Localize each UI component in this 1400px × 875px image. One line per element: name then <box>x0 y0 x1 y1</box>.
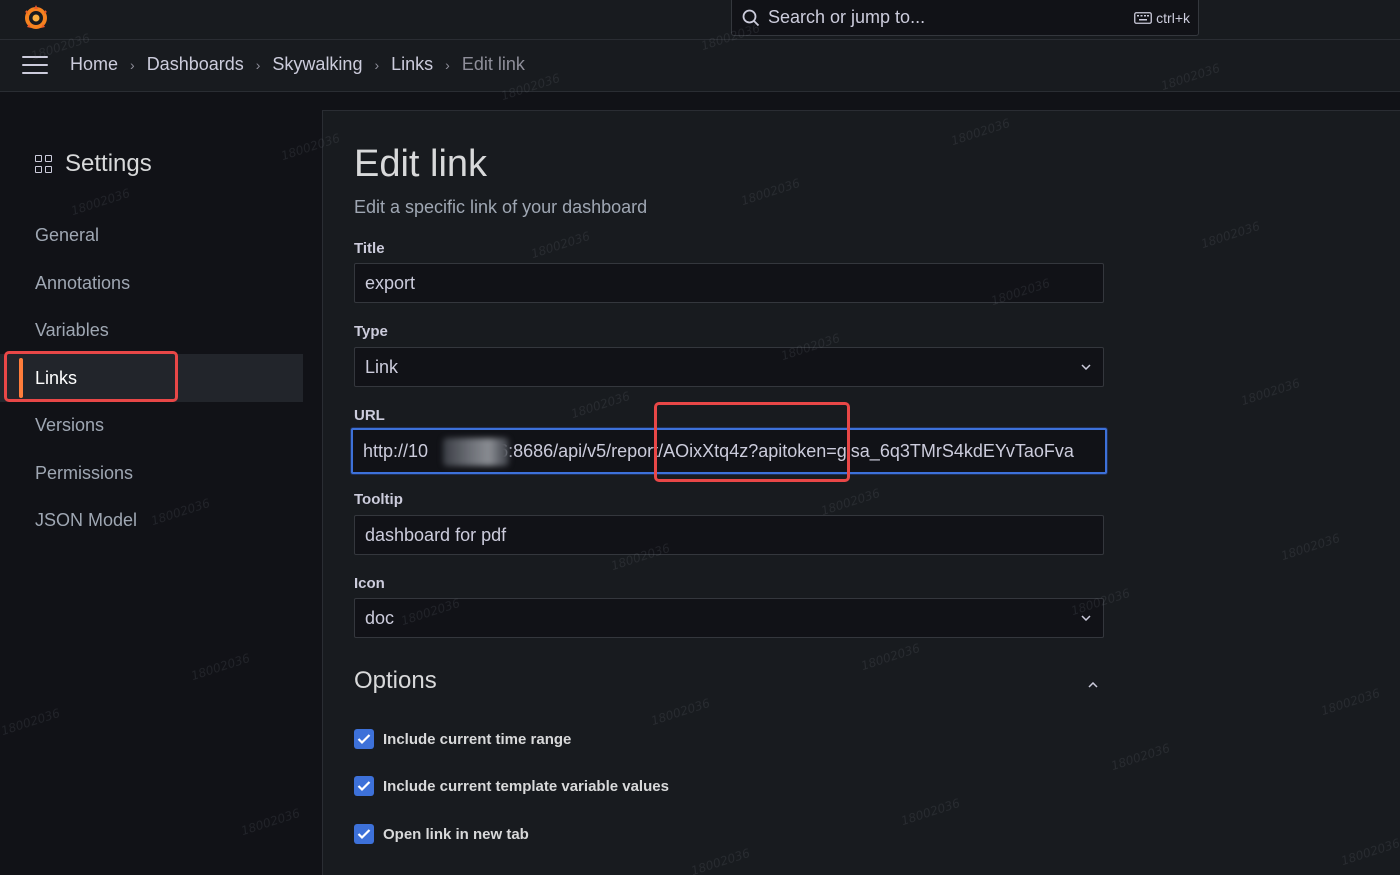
options-section-title: Options <box>354 667 437 694</box>
chevron-right-icon: › <box>130 56 135 73</box>
checkbox-label: Include current time range <box>383 730 572 748</box>
breadcrumb-current: Edit link <box>461 54 525 74</box>
checkmark-icon <box>354 824 374 844</box>
breadcrumb-home[interactable]: Home <box>70 54 118 75</box>
checkbox-label: Open link in new tab <box>383 825 529 843</box>
sidebar-item-label: Variables <box>35 319 109 340</box>
sidebar-item-general[interactable]: General <box>0 211 303 259</box>
keyboard-shortcut: ctrl+k <box>1134 10 1190 26</box>
url-input[interactable]: http://10 6:8686/api/v5/report/AOixXtq4z?… <box>351 428 1107 474</box>
sidebar-item-annotations[interactable]: Annotations <box>0 259 303 307</box>
shortcut-text: ctrl+k <box>1156 9 1190 26</box>
sidebar-item-label: Versions <box>35 414 105 435</box>
url-prefix: http://10 <box>363 440 429 461</box>
hamburger-icon-line <box>22 64 48 66</box>
settings-sidebar: Settings General Annotations Variables L… <box>0 92 322 875</box>
chevron-down-icon <box>1079 360 1093 374</box>
hamburger-icon-line <box>22 56 48 58</box>
sidebar-item-permissions[interactable]: Permissions <box>0 449 303 497</box>
search-icon <box>740 7 762 29</box>
url-suffix: 6:8686/api/v5/report/AOixXtq4z?apitoken=… <box>498 440 1074 461</box>
icon-select-value: doc <box>365 607 395 628</box>
checkmark-icon <box>354 729 374 749</box>
url-label: URL <box>354 407 385 424</box>
type-select-value: Link <box>365 356 399 377</box>
checkbox-include-template-variables[interactable]: Include current template variable values <box>354 776 669 796</box>
menu-toggle-button[interactable] <box>22 56 48 76</box>
type-select[interactable]: Link <box>354 347 1104 387</box>
redaction-blur <box>443 438 509 466</box>
tooltip-input[interactable]: dashboard for pdf <box>354 515 1104 555</box>
icon-label: Icon <box>354 575 385 592</box>
tooltip-label: Tooltip <box>354 491 403 508</box>
page-title: Edit link <box>354 143 488 185</box>
breadcrumb: Home › Dashboards › Skywalking › Links ›… <box>70 54 525 75</box>
keyboard-icon <box>1134 11 1153 24</box>
grafana-logo-icon[interactable] <box>20 2 52 34</box>
edit-link-panel: Edit link Edit a specific link of your d… <box>322 110 1400 875</box>
chevron-right-icon: › <box>255 56 261 73</box>
title-input[interactable]: export <box>354 263 1104 303</box>
checkmark-icon <box>354 776 374 796</box>
search-placeholder: Search or jump to... <box>768 7 926 27</box>
tooltip-input-value: dashboard for pdf <box>365 524 507 545</box>
chevron-right-icon: › <box>445 56 450 73</box>
checkbox-include-time-range[interactable]: Include current time range <box>354 729 571 749</box>
checkbox-label: Include current template variable values <box>383 777 669 795</box>
hamburger-icon-line <box>22 72 48 74</box>
breadcrumb-bar: Home › Dashboards › Skywalking › Links ›… <box>0 40 1400 92</box>
sidebar-item-json-model[interactable]: JSON Model <box>0 496 303 544</box>
breadcrumb-skywalking[interactable]: Skywalking <box>272 54 362 75</box>
chevron-right-icon: › <box>374 56 380 73</box>
breadcrumb-links[interactable]: Links <box>391 54 433 75</box>
title-input-value: export <box>365 272 416 293</box>
sidebar-item-links[interactable]: Links <box>0 354 303 402</box>
search-bar[interactable]: Search or jump to... ctrl+k <box>731 0 1199 36</box>
checkbox-open-in-new-tab[interactable]: Open link in new tab <box>354 824 529 844</box>
sidebar-item-variables[interactable]: Variables <box>0 306 303 354</box>
settings-title-text: Settings <box>65 150 152 177</box>
sidebar-item-label: General <box>35 224 100 245</box>
top-bar: Search or jump to... ctrl+k <box>0 0 1400 40</box>
breadcrumb-dashboards[interactable]: Dashboards <box>147 54 244 75</box>
icon-select[interactable]: doc <box>354 598 1104 638</box>
settings-title: Settings <box>35 150 152 178</box>
title-label: Title <box>354 240 385 257</box>
sidebar-item-label: Links <box>35 367 78 388</box>
type-label: Type <box>354 323 388 340</box>
page-subtitle: Edit a specific link of your dashboard <box>354 197 648 217</box>
sidebar-item-label: JSON Model <box>35 509 138 530</box>
sidebar-item-label: Annotations <box>35 272 131 293</box>
sidebar-item-label: Permissions <box>35 462 134 483</box>
chevron-down-icon <box>1079 611 1093 625</box>
sidebar-item-versions[interactable]: Versions <box>0 401 303 449</box>
grid-icon <box>35 155 53 173</box>
chevron-up-icon[interactable] <box>1085 677 1101 693</box>
